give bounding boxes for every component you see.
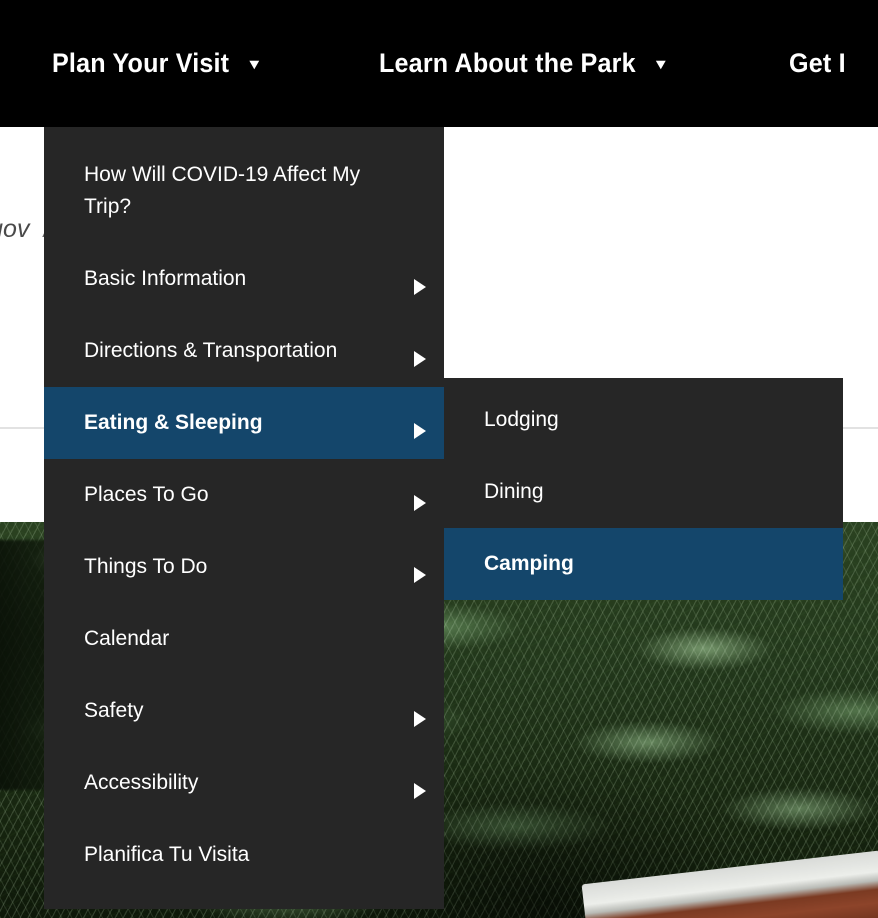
- menu-item-basic-information[interactable]: Basic Information: [44, 243, 444, 315]
- menu-item-planifica-tu-visita[interactable]: Planifica Tu Visita: [44, 819, 444, 891]
- submenu-item-dining[interactable]: Dining: [444, 456, 843, 528]
- chevron-down-icon: ▼: [652, 55, 669, 72]
- nav-item-plan-your-visit[interactable]: Plan Your Visit ▼: [52, 48, 263, 79]
- submenu-item-camping[interactable]: Camping: [444, 528, 843, 600]
- submenu-item-label: Camping: [484, 552, 574, 575]
- nav-item-label: Learn About the Park: [378, 48, 636, 78]
- menu-item-label: Places To Go: [84, 483, 209, 506]
- menu-item-label: Things To Do: [84, 555, 208, 578]
- submenu-item-label: Lodging: [484, 408, 559, 431]
- menu-item-label: Eating & Sleeping: [84, 411, 263, 434]
- menu-item-eating-sleeping[interactable]: Eating & Sleeping: [44, 387, 444, 459]
- menu-item-label: Directions & Transportation: [84, 339, 338, 362]
- breadcrumb-item-domain[interactable]: .gov: [0, 215, 30, 244]
- menu-item-safety[interactable]: Safety: [44, 675, 444, 747]
- top-navigation-bar: Plan Your Visit ▼ Learn About the Park ▼…: [0, 0, 878, 127]
- caret-right-icon: [414, 351, 426, 367]
- eating-sleeping-submenu: Lodging Dining Camping: [444, 378, 843, 600]
- nav-item-learn-about-the-park[interactable]: Learn About the Park ▼: [379, 48, 669, 79]
- top-navigation-items: Plan Your Visit ▼ Learn About the Park ▼…: [0, 0, 878, 127]
- caret-right-icon: [414, 423, 426, 439]
- menu-item-places-to-go[interactable]: Places To Go: [44, 459, 444, 531]
- caret-right-icon: [414, 567, 426, 583]
- menu-item-calendar[interactable]: Calendar: [44, 603, 444, 675]
- caret-right-icon: [414, 783, 426, 799]
- chevron-down-icon: ▼: [245, 55, 263, 72]
- menu-item-label: Accessibility: [84, 771, 199, 794]
- menu-item-label: How Will COVID-19 Affect My Trip?: [84, 163, 361, 218]
- menu-item-label: Calendar: [84, 627, 170, 650]
- caret-right-icon: [414, 495, 426, 511]
- menu-item-label: Safety: [84, 699, 144, 722]
- submenu-item-label: Dining: [484, 480, 544, 503]
- menu-item-accessibility[interactable]: Accessibility: [44, 747, 444, 819]
- menu-item-things-to-do[interactable]: Things To Do: [44, 531, 444, 603]
- menu-item-directions-transportation[interactable]: Directions & Transportation: [44, 315, 444, 387]
- submenu-item-lodging[interactable]: Lodging: [444, 384, 843, 456]
- nav-item-get-involved[interactable]: Get I: [789, 48, 846, 79]
- menu-item-covid-trip[interactable]: How Will COVID-19 Affect My Trip?: [44, 139, 444, 243]
- page-root: .gov / Visit / Eating & Sleeping / Ca se…: [0, 0, 878, 918]
- menu-item-label: Planifica Tu Visita: [84, 843, 250, 866]
- nav-item-label: Plan Your Visit: [52, 48, 230, 78]
- nav-item-label: Get I: [788, 48, 846, 78]
- caret-right-icon: [414, 279, 426, 295]
- plan-your-visit-dropdown: How Will COVID-19 Affect My Trip? Basic …: [44, 127, 444, 909]
- menu-item-label: Basic Information: [84, 267, 247, 290]
- caret-right-icon: [414, 711, 426, 727]
